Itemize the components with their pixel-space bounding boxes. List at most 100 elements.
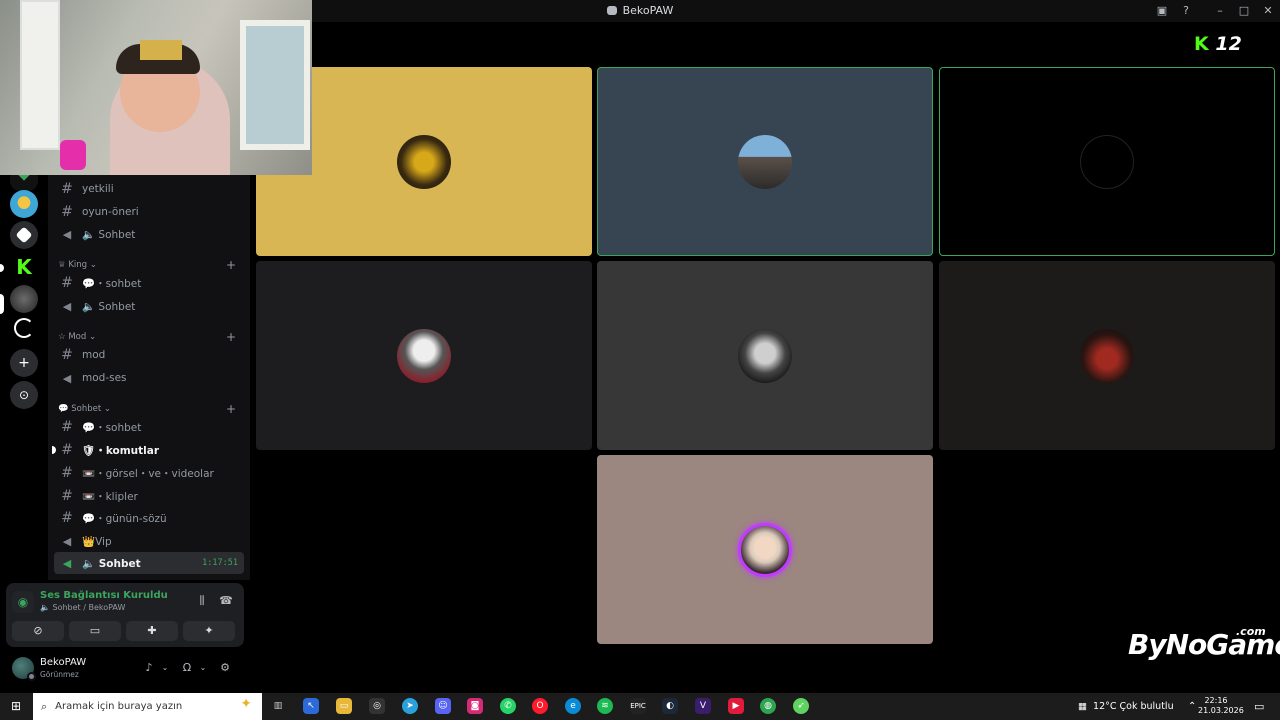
speaker-icon: ◀ — [62, 534, 72, 548]
speaker-icon: ◀ — [62, 556, 72, 570]
channel-gunun-sozu[interactable]: # 💬・günün-sözü — [54, 507, 244, 529]
windows-start-icon[interactable]: ⊞ — [0, 693, 32, 720]
task-view-icon[interactable]: ▥ — [270, 698, 286, 714]
participant-tile[interactable] — [597, 261, 933, 450]
activities-button[interactable]: ✚ — [126, 621, 178, 641]
server-icon-game[interactable] — [10, 221, 38, 249]
webcam-poster — [140, 40, 182, 60]
tray-chevron-icon[interactable]: ⌃ — [1188, 693, 1196, 720]
signal-icon[interactable]: ◉ — [12, 591, 34, 613]
close-button[interactable]: ✕ — [1260, 3, 1276, 19]
category-mod[interactable]: ☆ Mod ⌄ + — [58, 329, 244, 345]
weather-icon: ▦ — [1078, 701, 1087, 712]
chevron-down-icon[interactable]: ⌄ — [158, 661, 172, 675]
screen-share-icon[interactable]: ▣ — [1154, 3, 1170, 19]
screen-share-button[interactable]: ▭ — [69, 621, 121, 641]
vpn-app-icon[interactable]: V — [695, 698, 711, 714]
headphones-icon[interactable]: Ω — [180, 661, 194, 675]
voice-timer: 1:17:51 — [202, 558, 238, 568]
participant-tile[interactable] — [597, 455, 933, 644]
username[interactable]: BekoPAW — [40, 657, 86, 668]
file-explorer-icon[interactable]: ▭ — [336, 698, 352, 714]
settings-gear-icon[interactable]: ⚙ — [218, 661, 232, 675]
instagram-icon[interactable]: ◙ — [467, 698, 483, 714]
add-server-icon[interactable]: + — [10, 349, 38, 377]
sparkle-icon: ✦ — [240, 696, 252, 712]
camera-off-button[interactable]: ⊘ — [12, 621, 64, 641]
notification-icon[interactable]: ▭ — [1254, 693, 1264, 720]
channel-yetkili[interactable]: # yetkili — [54, 178, 244, 200]
voice-channel-king-sohbet[interactable]: ◀ 🔈 Sohbet — [54, 295, 244, 317]
participant-avatar — [738, 328, 792, 383]
hash-icon: # — [61, 488, 73, 504]
hash-icon: # — [61, 204, 73, 220]
taskbar-clock[interactable]: 22:16 21.03.2026 — [1198, 696, 1244, 716]
voice-channel-sohbet[interactable]: ◀ 🔈 Sohbet — [54, 223, 244, 245]
edge-icon[interactable]: e — [565, 698, 581, 714]
send-app-icon[interactable]: ➶ — [793, 698, 809, 714]
chrome-icon[interactable]: ◎ — [369, 698, 385, 714]
channel-komutlar[interactable]: # 🛡・komutlar — [52, 439, 244, 461]
voice-channel-sohbet-active[interactable]: ◀ 🔈 Sohbet 1:17:51 — [54, 552, 244, 574]
voice-channel-path: 🔈 Sohbet / BekoPAW — [40, 603, 126, 612]
discord-logo-icon — [606, 6, 617, 15]
windows-taskbar: ⊞ ⌕ Aramak için buraya yazın ✦ ▥ ↖ ▭ ◎ ➤… — [0, 693, 1280, 720]
opera-icon[interactable]: O — [532, 698, 548, 714]
participant-avatar-speaking — [738, 522, 792, 577]
avatar[interactable] — [12, 657, 36, 681]
help-icon[interactable]: ? — [1178, 3, 1194, 19]
category-sohbet[interactable]: 💬 Sohbet ⌄ + — [58, 401, 244, 417]
chevron-down-icon[interactable]: ⌄ — [196, 661, 210, 675]
webcam-light — [60, 140, 86, 170]
noise-suppression-icon[interactable]: ⫼ — [194, 593, 210, 609]
microphone-icon[interactable]: ♪ — [142, 661, 156, 675]
speaker-icon: ◀ — [62, 371, 72, 385]
minimize-button[interactable]: – — [1212, 3, 1228, 19]
channel-oyun-oneri[interactable]: # oyun-öneri — [54, 201, 244, 223]
channel-sohbet[interactable]: # 💬・sohbet — [54, 416, 244, 438]
voice-channel-mod-ses[interactable]: ◀ mod-ses — [54, 367, 244, 389]
discord-icon[interactable]: ☺ — [435, 698, 451, 714]
green-app-icon[interactable]: ◍ — [760, 698, 776, 714]
server-icon-selected[interactable] — [10, 285, 38, 313]
kick-badge: K 12 — [1194, 33, 1242, 55]
participant-tile-speaking[interactable] — [939, 67, 1275, 256]
participant-avatar — [1080, 134, 1134, 189]
app-icon-cursor[interactable]: ↖ — [303, 698, 319, 714]
telegram-icon[interactable]: ➤ — [402, 698, 418, 714]
voice-channel-vip[interactable]: ◀ 👑Vip — [54, 530, 244, 552]
search-placeholder: Aramak için buraya yazın — [55, 701, 183, 712]
taskbar-search-box[interactable]: ⌕ Aramak için buraya yazın ✦ — [33, 693, 262, 720]
kick-server-icon[interactable]: K — [10, 253, 38, 281]
channel-gorsel-ve-videolar[interactable]: # 📼・görsel・ve・videolar — [54, 462, 244, 484]
add-channel-icon[interactable]: + — [226, 402, 236, 416]
maximize-button[interactable]: □ — [1236, 3, 1252, 19]
whatsapp-icon[interactable]: ✆ — [500, 698, 516, 714]
voice-status[interactable]: Ses Bağlantısı Kuruldu — [40, 590, 168, 601]
server-icon-pikachu[interactable] — [10, 190, 38, 218]
webcam-door — [20, 0, 60, 150]
participant-tile[interactable] — [256, 261, 592, 450]
epic-games-icon[interactable]: EPIC — [630, 698, 646, 714]
media-app-icon[interactable]: ▶ — [728, 698, 744, 714]
discover-servers-icon[interactable]: ⊙ — [10, 381, 38, 409]
participant-tile[interactable] — [939, 261, 1275, 450]
channel-klipler[interactable]: # 📼・klipler — [54, 485, 244, 507]
category-king[interactable]: ♕ King ⌄ + — [58, 257, 244, 273]
user-panel: BekoPAW Görünmez ♪ ⌄ Ω ⌄ ⚙ — [6, 652, 244, 686]
server-pill-indicator — [0, 264, 4, 272]
disconnect-icon[interactable]: ☎ — [218, 593, 234, 609]
loading-server-icon[interactable] — [14, 318, 34, 338]
channel-mod[interactable]: # mod — [54, 344, 244, 366]
add-channel-icon[interactable]: + — [226, 258, 236, 272]
participant-tile-speaking[interactable] — [597, 67, 933, 256]
discord-stream-screen: BekoPAW ▣ ? – □ ✕ K + ⊙ # yetkili # oyun-ö… — [0, 0, 1280, 720]
soundboard-button[interactable]: ✦ — [183, 621, 235, 641]
add-channel-icon[interactable]: + — [226, 330, 236, 344]
spotify-icon[interactable]: ≋ — [597, 698, 613, 714]
hash-icon: # — [61, 510, 73, 526]
weather-widget[interactable]: ▦ 12°C Çok bulutlu — [1078, 693, 1174, 720]
steam-icon[interactable]: ◐ — [662, 698, 678, 714]
channel-king-sohbet[interactable]: # 💬・sohbet — [54, 272, 244, 294]
speaker-icon: ◀ — [62, 299, 72, 313]
